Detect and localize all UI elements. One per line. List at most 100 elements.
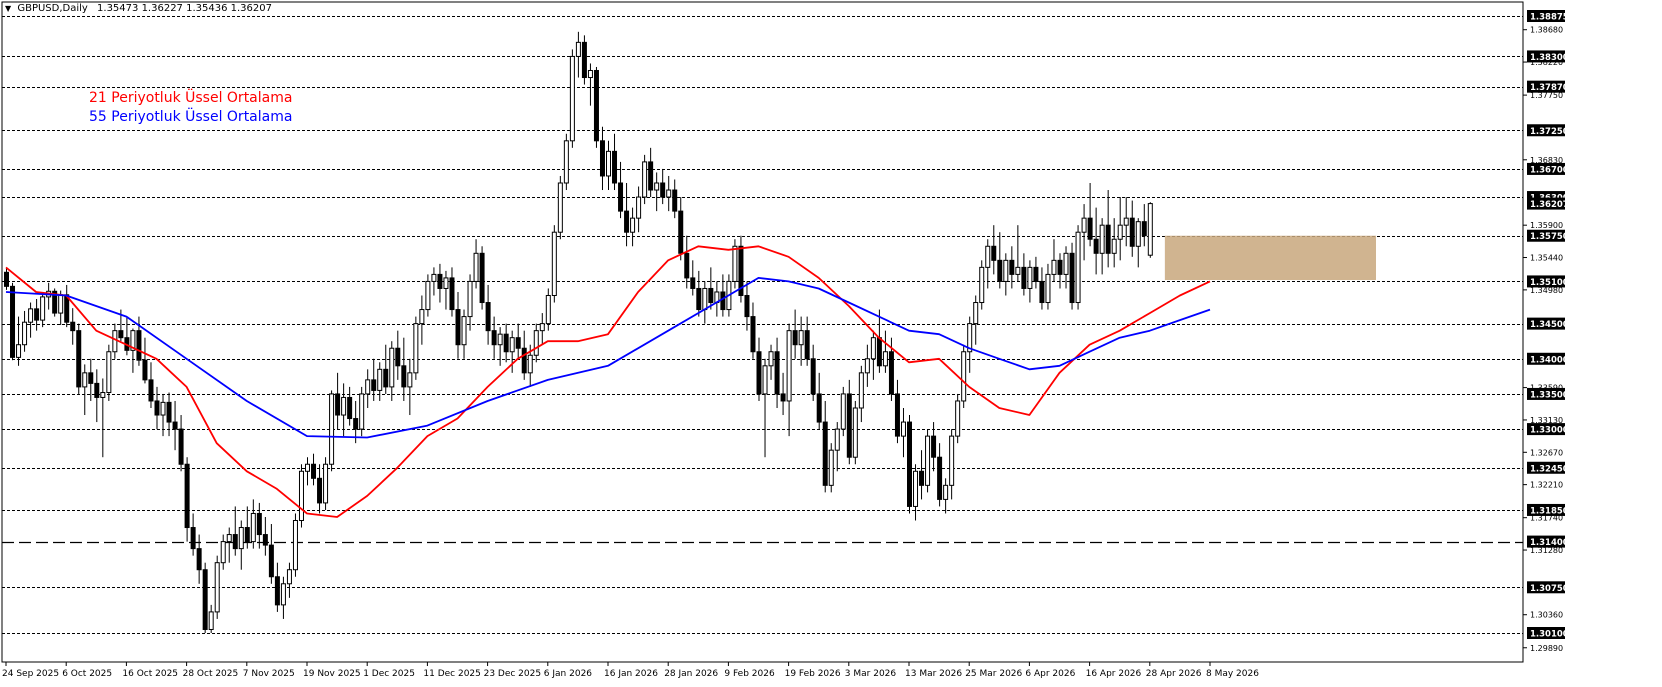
level-price-label-text: 1.30750 — [1530, 584, 1569, 594]
candle-body — [389, 347, 395, 388]
level-price-label: 1.35100 — [1527, 275, 1569, 288]
candle-body — [118, 330, 124, 339]
candle-body — [383, 368, 389, 388]
candle-body — [756, 351, 762, 395]
ohlc-values: 1.35473 1.36227 1.35436 1.36207 — [97, 3, 272, 14]
candle-body — [190, 527, 196, 550]
x-tick-label: 16 Oct 2025 — [122, 669, 178, 679]
candle-body — [792, 330, 798, 346]
candle-body — [816, 393, 822, 423]
y-tick-label: 1.30360 — [1530, 611, 1563, 620]
candle — [479, 246, 485, 310]
candle-body — [521, 347, 527, 374]
y-tick-label: 1.32210 — [1530, 481, 1563, 490]
candle-body — [220, 541, 226, 564]
candle-body — [317, 477, 323, 504]
level-price-label-text: 1.36700 — [1530, 165, 1569, 175]
candle-body — [136, 330, 142, 361]
candle-body — [1087, 217, 1093, 240]
candle-body — [28, 308, 34, 323]
triangle-down-icon[interactable]: ▼ — [5, 4, 11, 13]
candle-body — [624, 210, 630, 233]
candle-body — [1081, 217, 1087, 233]
candle — [907, 415, 912, 514]
candle — [76, 323, 82, 394]
candle-body — [985, 245, 991, 268]
candle-body — [76, 330, 82, 388]
candle-body — [587, 69, 593, 79]
candle — [214, 555, 220, 619]
x-tick-label: 11 Dec 2025 — [423, 669, 481, 679]
candle-body — [1039, 280, 1045, 304]
candle-body — [949, 435, 955, 486]
candle-body — [184, 463, 190, 529]
candle-body — [238, 527, 244, 550]
y-tick-label: 1.29890 — [1530, 644, 1563, 653]
candle-body — [70, 321, 76, 332]
candle-body — [1147, 203, 1153, 256]
candle-body — [485, 302, 491, 332]
candle-body — [774, 351, 780, 395]
candle-body — [106, 351, 112, 394]
candle-body — [443, 277, 449, 289]
candle-body — [551, 231, 557, 296]
candle-body — [34, 308, 40, 321]
candle-body — [527, 354, 533, 374]
candle-body — [1093, 238, 1099, 254]
candle-body — [1075, 231, 1081, 304]
candle-body — [1063, 252, 1069, 275]
supply-zone[interactable] — [1164, 235, 1376, 281]
level-price-label-text: 1.32450 — [1530, 464, 1569, 474]
y-tick-label: 1.35440 — [1530, 254, 1563, 263]
candle-body — [648, 161, 654, 191]
candle-body — [768, 351, 774, 367]
candle-body — [491, 330, 497, 346]
candle-body — [1051, 259, 1057, 275]
candle-body — [636, 196, 642, 219]
candle-body — [612, 150, 618, 184]
candle — [359, 386, 365, 437]
y-tick-label: 1.35900 — [1530, 221, 1563, 230]
candle-body — [142, 359, 148, 381]
candle-body — [660, 182, 666, 198]
candle — [961, 344, 967, 408]
candle-body — [858, 372, 864, 409]
candle-body — [925, 435, 931, 486]
candle-body — [4, 271, 9, 287]
candle-body — [1135, 221, 1141, 247]
candle-body — [244, 527, 250, 543]
candle-body — [467, 280, 473, 318]
candle-body — [744, 294, 750, 318]
level-price-label: 1.36700 — [1527, 162, 1569, 175]
candle-body — [630, 217, 636, 233]
candle — [955, 393, 961, 444]
candle-body — [341, 396, 347, 416]
candle-body — [762, 365, 768, 395]
level-price-label: 1.33000 — [1527, 423, 1569, 436]
y-tick-label: 1.32670 — [1530, 448, 1563, 457]
level-price-label: 1.38300 — [1527, 50, 1569, 63]
x-tick-label: 24 Sep 2025 — [2, 669, 59, 679]
candle-body — [575, 41, 581, 57]
candle-body — [1141, 221, 1147, 237]
candle-body — [1003, 259, 1009, 282]
level-price-label-text: 1.33000 — [1530, 426, 1569, 436]
candle-body — [232, 534, 238, 550]
level-price-label: 1.31400 — [1527, 535, 1569, 548]
candle-body — [780, 393, 786, 402]
level-price-label-text: 1.37250 — [1530, 127, 1569, 137]
candle-body — [732, 245, 738, 282]
candle-body — [256, 512, 262, 536]
candle-body — [798, 330, 804, 346]
candle-body — [94, 382, 100, 398]
candle-body — [654, 182, 660, 191]
candle-body — [539, 323, 545, 332]
candle-body — [696, 287, 702, 311]
candle-body — [202, 569, 208, 630]
candle — [852, 400, 858, 465]
candle-body — [250, 512, 256, 543]
candle-body — [58, 294, 64, 314]
candle-body — [413, 323, 419, 374]
candle — [329, 390, 335, 472]
current-price-label-text: 1.36207 — [1530, 200, 1569, 210]
